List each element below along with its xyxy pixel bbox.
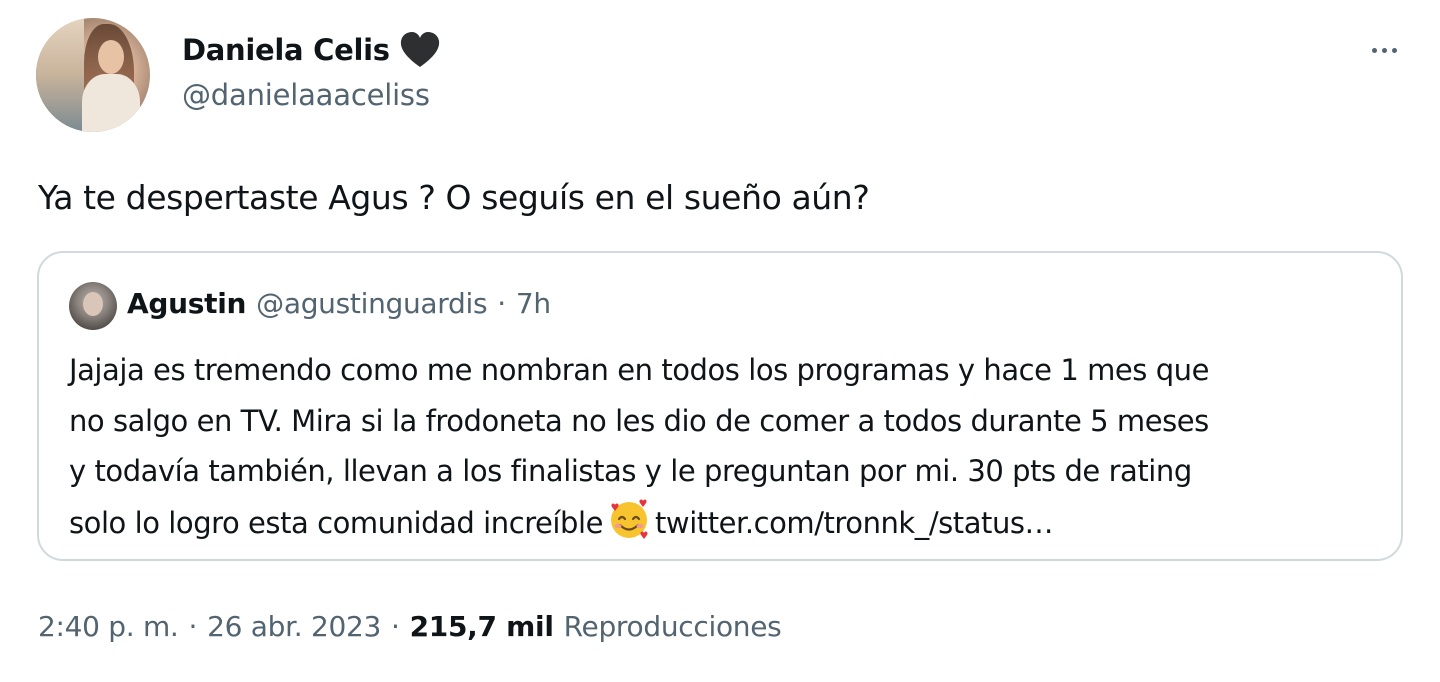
quoted-text-line: y todavía también, llevan a los finalist… [69, 454, 1192, 488]
smiling-face-with-hearts-icon [607, 497, 651, 541]
tweet: Daniela Celis @danielaaaceliss Ya te des… [0, 0, 1440, 682]
views-count: 215,7 mil [409, 610, 554, 643]
quoted-header-separator: · [497, 287, 506, 320]
quoted-text-line-text: solo lo logro esta comunidad increíble [69, 505, 603, 540]
quoted-tweet-header: Agustin @agustinguardis · 7h [127, 287, 551, 320]
meta-separator: · [391, 610, 400, 643]
tweet-date[interactable]: 26 abr. 2023 [207, 610, 381, 643]
author-name-row[interactable]: Daniela Celis [182, 28, 442, 72]
author-avatar[interactable] [36, 18, 150, 132]
quoted-author-name[interactable]: Agustin [127, 287, 246, 320]
meta-separator: · [188, 610, 198, 643]
avatar-body [82, 74, 140, 132]
quoted-author-handle[interactable]: @agustinguardis [256, 287, 487, 320]
tweet-time[interactable]: 2:40 p. m. [38, 610, 179, 643]
more-dots-icon [1371, 47, 1377, 53]
quoted-text-line-last: solo lo logro esta comunidad increíble t… [69, 497, 1379, 549]
quoted-author-avatar[interactable] [69, 282, 117, 330]
tweet-meta-row: 2:40 p. m. · 26 abr. 2023 · 215,7 mil Re… [38, 610, 782, 643]
author-display-name[interactable]: Daniela Celis [182, 33, 390, 67]
more-dots-icon [1391, 47, 1397, 53]
avatar-face [98, 40, 124, 74]
quoted-tweet-text: Jajaja es tremendo como me nombran en to… [69, 345, 1379, 548]
more-options-button[interactable] [1360, 36, 1408, 64]
quoted-tweet-time[interactable]: 7h [516, 287, 551, 320]
tweet-text: Ya te despertaste Agus ? O seguís en el … [38, 178, 870, 217]
quoted-text-line: Jajaja es tremendo como me nombran en to… [69, 353, 1209, 387]
quoted-tweet-link[interactable]: twitter.com/tronnk_/status… [655, 506, 1054, 540]
black-heart-icon [398, 30, 442, 70]
views-label: Reproducciones [563, 610, 782, 643]
avatar-background [36, 18, 84, 132]
more-dots-icon [1381, 47, 1387, 53]
author-handle[interactable]: @danielaaaceliss [182, 78, 430, 112]
quoted-tweet-card[interactable]: Agustin @agustinguardis · 7h Jajaja es t… [37, 251, 1403, 561]
quoted-text-line: no salgo en TV. Mira si la frodoneta no … [69, 403, 1209, 438]
quoted-avatar-face [83, 292, 103, 316]
